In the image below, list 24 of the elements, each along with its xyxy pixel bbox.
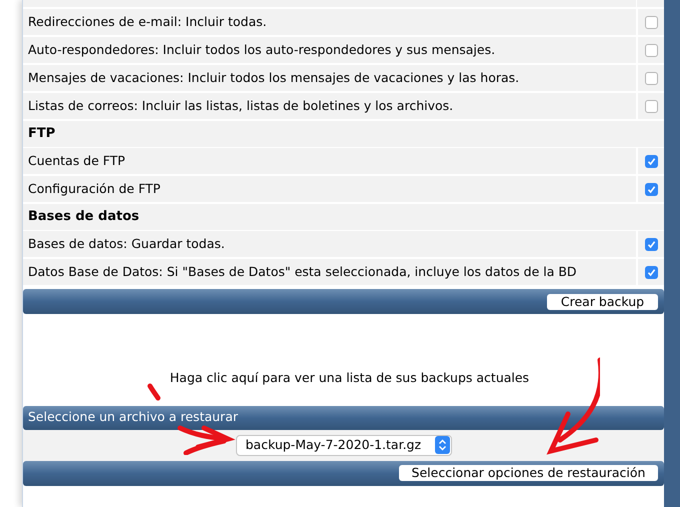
option-label: Mensajes de vacaciones: Incluir todos los mensajes de vacaciones y las horas.	[27, 68, 520, 87]
stepper-icon	[434, 436, 450, 454]
option-label: Datos Base de Datos: Si "Bases de Datos" esta seleccionada, incluye los datos de la BD	[27, 262, 578, 281]
option-label: Listas de correos: Incluir las listas, listas de boletines y los archivos.	[27, 96, 454, 115]
create-backup-button[interactable]: Crear backup	[547, 294, 658, 310]
backup-file-select[interactable]: backup-May-7-2020-1.tar.gz	[236, 434, 452, 456]
checkbox[interactable]	[644, 16, 658, 28]
checkbox[interactable]	[644, 238, 658, 250]
option-label: Configuración de FTP	[27, 180, 162, 198]
option-label: Bases de datos: Guardar todas.	[27, 234, 226, 253]
backups-list-link[interactable]: Haga clic aquí para ver una lista de sus backups actuales	[170, 369, 530, 388]
section-heading: Bases de datos	[28, 208, 140, 226]
checkbox[interactable]	[644, 100, 658, 112]
section-title: Seleccione un archivo a restaurar	[28, 408, 238, 426]
restore-options-button[interactable]: Seleccionar opciones de restauración	[399, 465, 658, 482]
option-label: Redirecciones de e-mail: Incluir todas.	[27, 12, 268, 31]
checkbox[interactable]	[644, 72, 658, 84]
checkbox[interactable]	[644, 182, 658, 196]
option-label: Cuentas de FTP	[27, 152, 126, 170]
checkbox[interactable]	[644, 266, 658, 278]
option-label: Auto-respondedores: Incluir todos los auto-respondedores y sus mensajes.	[27, 40, 496, 59]
checkbox[interactable]	[644, 154, 658, 168]
section-heading: FTP	[28, 125, 56, 144]
checkbox[interactable]	[644, 44, 658, 56]
